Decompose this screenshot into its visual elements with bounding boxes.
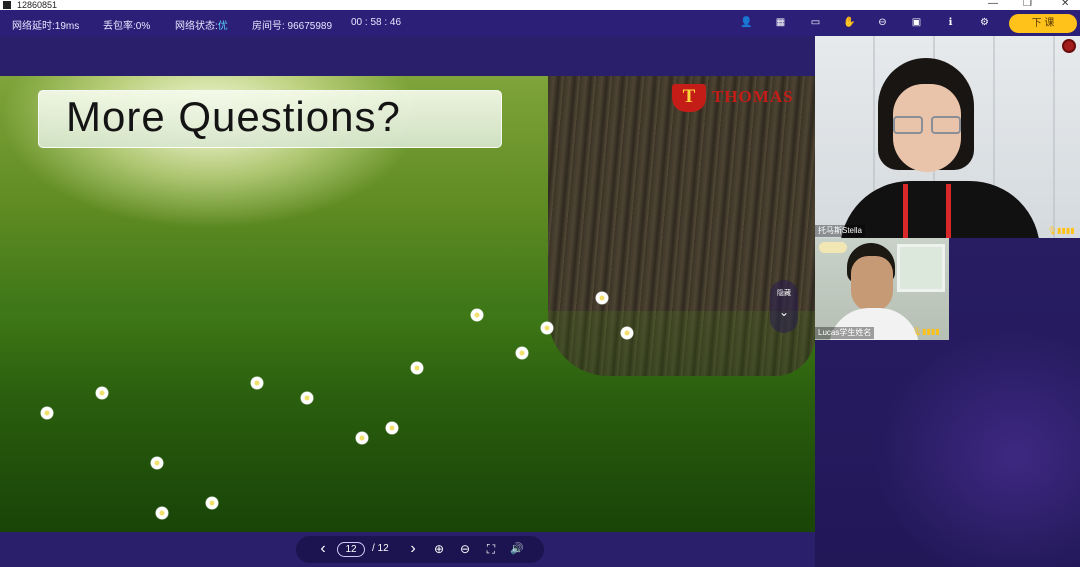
network-status-label: 网络状态:	[175, 21, 218, 32]
slide-flower	[620, 326, 634, 340]
student-badge-icon	[819, 242, 847, 253]
teacher-name-label: 托马斯Stella	[815, 225, 866, 237]
slide-grass	[0, 311, 815, 532]
stage-top-band	[0, 36, 815, 76]
zoom-in-icon[interactable]: ⊕	[431, 540, 447, 558]
slide-flower	[205, 496, 219, 510]
room-number: 房间号: 96675989	[252, 21, 333, 32]
close-window-button[interactable]: ✕	[1061, 0, 1069, 9]
collapse-panel-toggle[interactable]: 隐藏 ⌄	[770, 280, 798, 333]
teacher-mic-level-icon: 🎙▮▮▮▮	[1047, 226, 1075, 235]
student-face	[851, 256, 893, 312]
slide-flower	[470, 308, 484, 322]
student-background-window	[897, 244, 945, 292]
page-number-input[interactable]: 12	[337, 542, 365, 557]
volume-icon[interactable]: 🔊	[509, 540, 525, 558]
packet-loss-status: 丢包率:0%	[103, 21, 151, 32]
prev-page-icon[interactable]: ‹	[316, 540, 330, 558]
slide-flower	[515, 346, 529, 360]
end-class-button[interactable]: 下 课	[1009, 14, 1077, 33]
collapse-panel-label: 隐藏	[777, 290, 791, 297]
page-total: / 12	[372, 543, 389, 554]
latency-status: 网络延时:19ms	[12, 21, 80, 32]
info-icon[interactable]: ℹ	[942, 15, 959, 31]
slide-flower	[250, 376, 264, 390]
logo-shield-icon: T	[672, 84, 706, 112]
teacher-glasses	[893, 116, 963, 136]
fullscreen-icon[interactable]: ⛶	[483, 540, 499, 558]
users-icon[interactable]: 👤	[738, 15, 755, 31]
classroom-toolbar: 网络延时:19ms 丢包率:0% 网络状态:优 房间号: 96675989 00…	[0, 10, 1080, 36]
slide-flower	[150, 456, 164, 470]
window-title: 12860851	[17, 0, 58, 10]
book-icon[interactable]: ▦	[772, 15, 789, 31]
minimize-button[interactable]: —	[988, 0, 998, 9]
network-status-value: 优	[217, 21, 228, 32]
slide-flower	[385, 421, 399, 435]
slide-flower	[595, 291, 609, 305]
whiteboard-icon[interactable]: ▭	[807, 15, 824, 31]
slide-heading: More Questions?	[66, 93, 401, 140]
teacher-lanyard	[903, 184, 951, 238]
class-timer: 00 : 58 : 46	[351, 17, 402, 28]
slide-flower	[40, 406, 54, 420]
next-page-icon[interactable]: ›	[406, 540, 420, 558]
pointer-hand-icon[interactable]: ✋	[841, 15, 858, 31]
slide-flower	[95, 386, 109, 400]
record-indicator-icon[interactable]	[1062, 39, 1076, 53]
logo-text: THOMAS	[712, 87, 794, 106]
chevron-down-icon: ⌄	[778, 305, 790, 319]
slide-flower	[540, 321, 554, 335]
slide-flower	[410, 361, 424, 375]
window-titlebar: 12860851 — ❐ ✕	[0, 0, 1080, 10]
teacher-video[interactable]: 托马斯Stella 🎙▮▮▮▮	[815, 36, 1080, 238]
slide-pager: ‹ 12 / 12 › ⊕ ⊖ ⛶ 🔊	[296, 536, 544, 563]
student-name-label: Lucas学生姓名	[815, 327, 875, 339]
zoom-out-icon[interactable]: ⊖	[457, 540, 473, 558]
app-icon	[3, 1, 11, 9]
student-mic-level-icon: 🎙▮▮▮▮	[912, 327, 940, 336]
slide-flower	[155, 506, 169, 520]
record-icon[interactable]: ⊖	[874, 15, 891, 31]
slide-flower	[355, 431, 369, 445]
save-icon[interactable]: ▣	[908, 15, 925, 31]
network-status: 网络状态:优	[175, 17, 228, 32]
slide-flower	[300, 391, 314, 405]
student-video[interactable]: Lucas学生姓名 🎙▮▮▮▮	[815, 238, 949, 340]
restore-button[interactable]: ❐	[1023, 0, 1032, 9]
settings-icon[interactable]: ⚙	[976, 15, 993, 31]
